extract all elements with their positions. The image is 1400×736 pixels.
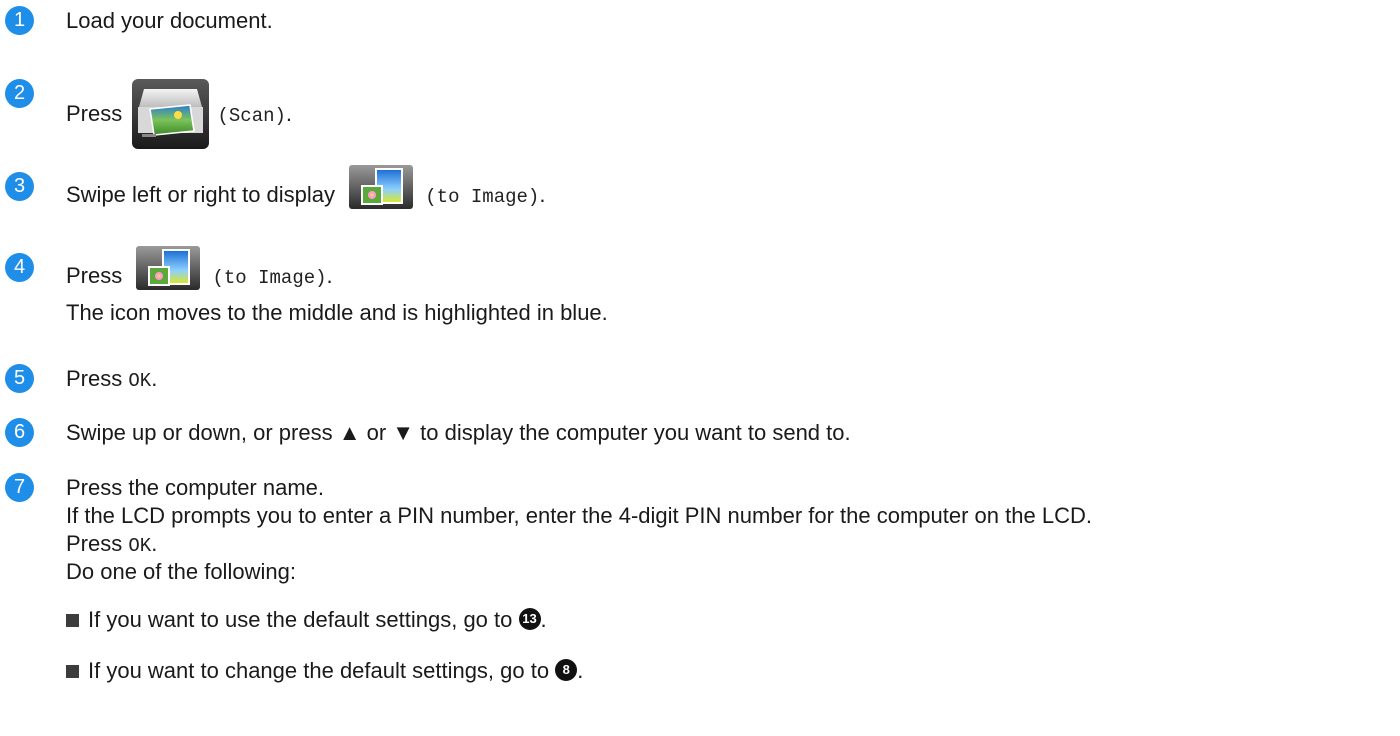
step-number-badge: 2 [5, 79, 34, 108]
step-text: Press the computer name. [66, 475, 325, 500]
ok-label: OK [128, 370, 152, 392]
step-note: The icon moves to the middle and is high… [66, 300, 608, 325]
step-number-badge: 3 [5, 172, 34, 201]
step-number-badge: 6 [5, 418, 34, 447]
step-text: Swipe up or down, or press ▲ or ▼ to dis… [66, 420, 851, 445]
step-text: Do one of the following: [66, 559, 296, 584]
step-ref-link[interactable]: 8 [555, 659, 578, 682]
scan-label: (Scan) [217, 104, 286, 127]
step-text: Swipe left or right to display [66, 181, 336, 207]
step-text: Press [66, 262, 123, 288]
step-text: If the LCD prompts you to enter a PIN nu… [66, 503, 1092, 528]
step-text: Press [66, 366, 123, 391]
bullet-square-icon [66, 614, 79, 627]
bullet-item: If you want to use the default settings,… [88, 607, 547, 632]
step-number-badge: 1 [5, 6, 34, 35]
step-number-badge: 4 [5, 253, 34, 282]
step-number-badge: 7 [5, 473, 34, 502]
step-text: Press [66, 531, 123, 556]
ok-label: OK [128, 535, 152, 557]
to-image-icon [136, 246, 201, 290]
scan-icon [132, 79, 210, 149]
step-number-badge: 5 [5, 364, 34, 393]
to-image-icon [349, 165, 414, 209]
to-image-label: (to Image) [425, 185, 540, 208]
step-ref-link[interactable]: 13 [518, 608, 541, 631]
bullet-item: If you want to change the default settin… [88, 658, 584, 683]
bullet-square-icon [66, 665, 79, 678]
to-image-label: (to Image) [212, 266, 327, 289]
step-text: Load your document. [66, 8, 273, 33]
step-text: Press [66, 100, 123, 126]
